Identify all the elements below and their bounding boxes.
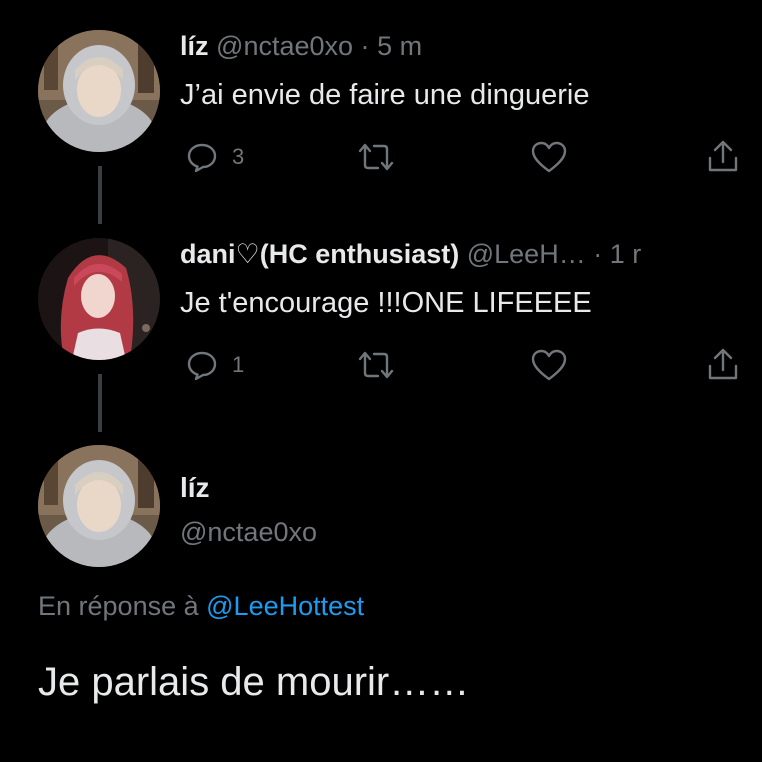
reply-count: 3 xyxy=(232,144,245,169)
heart-icon xyxy=(531,141,567,173)
timestamp[interactable]: 5 m xyxy=(377,31,422,61)
share-button[interactable] xyxy=(706,346,740,382)
tweet-header: dani♡(HC enthusiast) @LeeH… · 1 r xyxy=(180,241,641,268)
author-name[interactable]: líz xyxy=(180,31,209,61)
retweet-icon xyxy=(358,143,394,171)
reply-button[interactable]: 3 xyxy=(186,141,244,173)
like-button[interactable] xyxy=(530,140,568,174)
tweet-header: líz @nctae0xo · 5 m xyxy=(180,33,422,60)
reply-icon xyxy=(187,351,217,381)
tweet-text: J’ai envie de faire une dinguerie xyxy=(180,79,590,111)
timestamp[interactable]: 1 r xyxy=(610,239,642,269)
retweet-button[interactable] xyxy=(356,349,396,381)
author-handle[interactable]: @nctae0xo xyxy=(180,517,317,548)
tweet-text: Je t'encourage !!!ONE LIFEEEE xyxy=(180,287,592,319)
share-button[interactable] xyxy=(706,138,740,174)
author-name[interactable]: líz xyxy=(180,472,210,504)
reply-icon xyxy=(187,143,217,173)
author-name[interactable]: dani♡(HC enthusiast) xyxy=(180,239,459,269)
like-button[interactable] xyxy=(530,348,568,382)
reply-mention-link[interactable]: @LeeHottest xyxy=(206,591,364,621)
avatar[interactable] xyxy=(38,30,160,152)
author-handle[interactable]: @LeeH… xyxy=(467,239,586,269)
share-icon xyxy=(708,348,738,380)
thread-connector-line xyxy=(98,166,102,224)
heart-icon xyxy=(531,349,567,381)
main-tweet-text: Je parlais de mourir…… xyxy=(38,660,470,704)
retweet-icon xyxy=(358,351,394,379)
reply-context: En réponse à @LeeHottest xyxy=(38,591,364,622)
avatar[interactable] xyxy=(38,445,160,567)
reply-count: 1 xyxy=(232,352,245,377)
retweet-button[interactable] xyxy=(356,141,396,173)
share-icon xyxy=(708,140,738,172)
separator: · xyxy=(593,239,603,269)
thread-connector-line xyxy=(98,374,102,432)
reply-button[interactable]: 1 xyxy=(186,349,244,381)
reply-prefix: En réponse à xyxy=(38,591,199,621)
avatar[interactable] xyxy=(38,238,160,360)
author-handle[interactable]: @nctae0xo xyxy=(216,31,353,61)
separator: · xyxy=(360,31,370,61)
